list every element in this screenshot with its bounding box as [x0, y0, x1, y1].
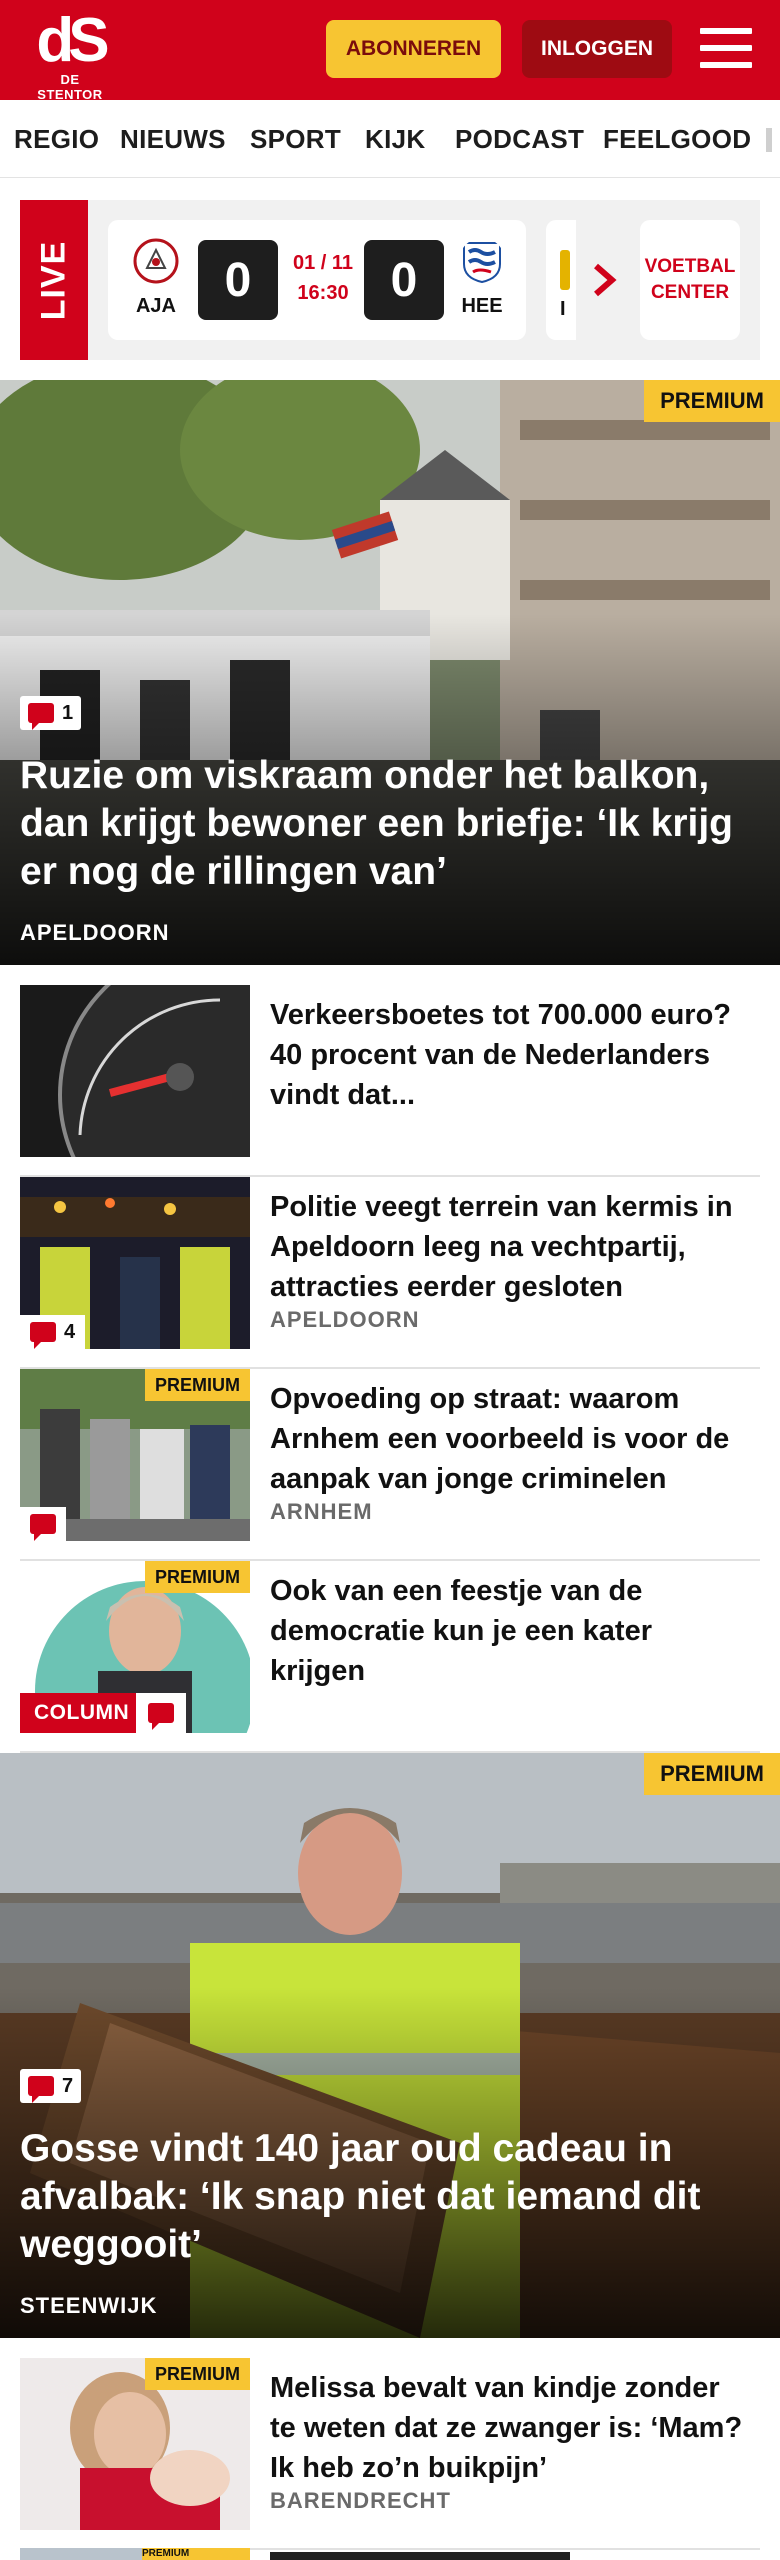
site-logo[interactable]: dS DE STENTOR: [28, 6, 112, 103]
comment-icon: [28, 2076, 54, 2103]
voetbal-center-link[interactable]: VOETBAL CENTER: [640, 220, 740, 340]
comment-count: [136, 1693, 186, 1733]
live-scores-strip: LIVE AJA 0 01 / 11 16:30 0 HEE I VOETBAL…: [20, 200, 760, 360]
comment-count: 1: [20, 696, 82, 730]
home-score: 0: [198, 240, 278, 320]
away-team: HEE: [454, 238, 510, 318]
article-title[interactable]: Politie veegt terrein van kermis in Apel…: [270, 1187, 750, 1307]
premium-badge: PREMIUM: [142, 2548, 250, 2560]
nav-item-nieuws[interactable]: NIEUWS: [120, 124, 226, 155]
article-thumbnail: 4: [20, 1177, 250, 1349]
hero-article[interactable]: PREMIUM 1 Ruzie om viskraam onder het ba…: [0, 380, 780, 965]
match-card[interactable]: AJA 0 01 / 11 16:30 0 HEE: [108, 220, 526, 340]
nav-item-sport[interactable]: SPORT: [250, 124, 341, 155]
nav-item-kijk[interactable]: KIJK: [365, 124, 425, 155]
comment-icon: [30, 1322, 56, 1349]
login-button[interactable]: INLOGGEN: [522, 20, 672, 78]
comment-icon: [28, 703, 54, 730]
nav-overflow-hint: [766, 128, 772, 152]
match-time: 01 / 11 16:30: [288, 248, 358, 308]
voetbal-center-line2: CENTER: [650, 282, 730, 303]
premium-badge: PREMIUM: [644, 1753, 780, 1795]
column-tag: COLUMN: [20, 1693, 144, 1733]
article-thumbnail: PREMIUM COLUMN: [20, 1561, 250, 1733]
logo-brand: DE STENTOR: [37, 72, 103, 102]
next-match-card-partial[interactable]: I: [546, 220, 576, 340]
comment-icon: [30, 1514, 56, 1541]
nav-item-feelgood[interactable]: FEELGOOD: [603, 124, 751, 155]
hero-location: STEENWIJK: [20, 2293, 158, 2318]
nav-item-podcast[interactable]: PODCAST: [455, 124, 584, 155]
comment-count: 7: [20, 2069, 82, 2103]
comment-count: 4: [20, 1315, 86, 1349]
comment-count: [20, 1507, 66, 1541]
article-row-5[interactable]: PREMIUM Melissa bevalt van kindje zonder…: [20, 2358, 760, 2550]
premium-badge: PREMIUM: [145, 1561, 250, 1593]
match-kickoff: 16:30: [297, 282, 349, 304]
hero-location: APELDOORN: [20, 920, 170, 945]
speedometer-photo: [20, 985, 250, 1157]
nav-item-regio[interactable]: REGIO: [14, 124, 99, 155]
premium-badge: PREMIUM: [145, 1369, 250, 1401]
premium-badge: PREMIUM: [145, 2358, 250, 2390]
next-match-abbr: I: [560, 298, 566, 320]
article-row-2[interactable]: 4 Politie veegt terrein van kermis in Ap…: [20, 1177, 760, 1369]
article-title-partial: [270, 2552, 570, 2560]
chevron-right-icon[interactable]: [588, 256, 628, 304]
ajax-crest-icon: [133, 238, 179, 284]
match-date: 01 / 11: [292, 252, 354, 274]
article-row-3[interactable]: PREMIUM Opvoeding op straat: waarom Arnh…: [20, 1369, 760, 1561]
premium-badge: PREMIUM: [644, 380, 780, 422]
article-location: APELDOORN: [270, 1307, 420, 1332]
article-location: ARNHEM: [270, 1499, 373, 1524]
section-nav: REGIO NIEUWS SPORT KIJK PODCAST FEELGOOD: [0, 100, 780, 178]
top-header: dS DE STENTOR ABONNEREN INLOGGEN: [0, 0, 780, 103]
hero-title[interactable]: Ruzie om viskraam onder het balkon, dan …: [20, 752, 765, 896]
article-thumbnail: PREMIUM: [20, 1369, 250, 1541]
article-title[interactable]: Melissa bevalt van kindje zonder te wete…: [270, 2368, 750, 2488]
article-title[interactable]: Ook van een feestje van de democratie ku…: [270, 1571, 750, 1691]
hero-title[interactable]: Gosse vindt 140 jaar oud cadeau in afval…: [20, 2125, 765, 2269]
article-row-4[interactable]: PREMIUM COLUMN Ook van een feestje van d…: [20, 1561, 760, 1753]
article-row-6-partial[interactable]: PREMIUM: [20, 2548, 760, 2560]
voetbal-center-line1: VOETBAL: [644, 256, 736, 277]
article-row-1[interactable]: Verkeersboetes tot 700.000 euro? 40 proc…: [20, 985, 760, 1177]
next-crest-icon: [560, 250, 570, 290]
subscribe-button[interactable]: ABONNEREN: [326, 20, 501, 78]
away-team-abbr: HEE: [461, 295, 503, 317]
away-score: 0: [364, 240, 444, 320]
article-title[interactable]: Verkeersboetes tot 700.000 euro? 40 proc…: [270, 995, 750, 1115]
article-thumbnail: PREMIUM: [20, 2358, 250, 2530]
home-team: AJA: [128, 238, 184, 318]
home-team-abbr: AJA: [135, 295, 176, 317]
logo-mark: dS: [36, 6, 109, 75]
hero-article-2[interactable]: PREMIUM 7 Gosse vindt 140 jaar oud cadea…: [0, 1753, 780, 2338]
live-tag: LIVE: [20, 200, 88, 360]
article-title[interactable]: Opvoeding op straat: waarom Arnhem een v…: [270, 1379, 750, 1499]
comment-icon: [148, 1703, 174, 1730]
heerenveen-crest-icon: [463, 242, 501, 284]
article-location: BARENDRECHT: [270, 2488, 451, 2513]
article-thumbnail: [20, 985, 250, 1157]
menu-icon[interactable]: [700, 24, 752, 72]
